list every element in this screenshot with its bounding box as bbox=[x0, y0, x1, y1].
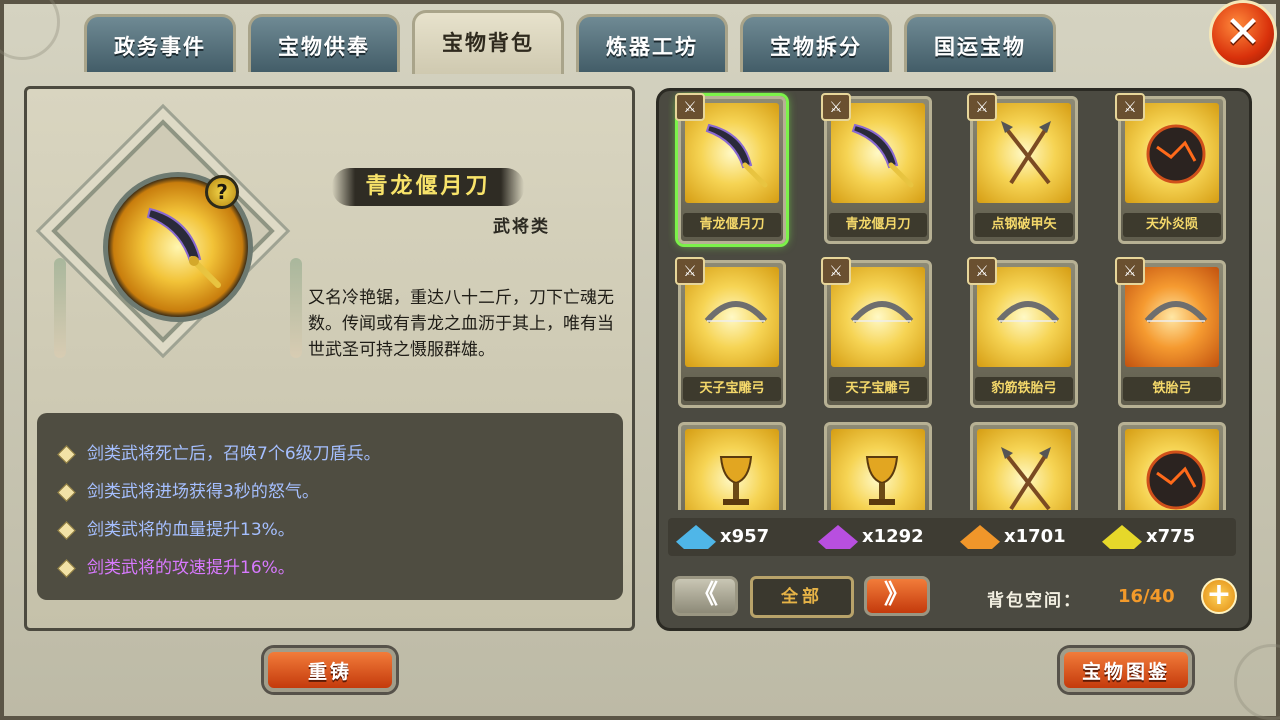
item-name: 豹筋铁胎弓 bbox=[975, 377, 1073, 401]
bag-capacity-label: 背包空间： bbox=[987, 591, 1082, 611]
crossed-swords-icon: ⚔ bbox=[821, 93, 851, 121]
crossed-swords-icon: ⚔ bbox=[967, 257, 997, 285]
inventory-slot[interactable] bbox=[824, 422, 932, 510]
filter-all-button[interactable]: 全部 bbox=[750, 576, 854, 618]
close-icon: ✕ bbox=[1224, 7, 1262, 58]
blade-icon bbox=[146, 207, 221, 288]
corner-ornament bbox=[1234, 644, 1280, 720]
blue-gem-icon bbox=[676, 525, 716, 549]
tab-government-events[interactable]: 政务事件 bbox=[84, 14, 236, 72]
crossed-swords-icon: ⚔ bbox=[1115, 93, 1145, 121]
effect-line: 剑类武将进场获得3秒的怒气。 bbox=[57, 477, 319, 502]
yellow-gem-icon bbox=[1102, 525, 1142, 549]
diamond-bullet-icon bbox=[57, 482, 76, 502]
tab-treasure-bag[interactable]: 宝物背包 bbox=[412, 10, 564, 74]
inventory-slot[interactable]: ⚔ 青龙偃月刀 bbox=[821, 93, 932, 244]
effects-panel: 剑类武将死亡后，召唤7个6级刀盾兵。 剑类武将进场获得3秒的怒气。 剑类武将的血… bbox=[37, 413, 623, 600]
diamond-bullet-icon bbox=[57, 558, 76, 578]
crossed-swords-icon: ⚔ bbox=[675, 257, 705, 285]
corner-ornament bbox=[0, 0, 60, 60]
item-name: 天子宝雕弓 bbox=[829, 377, 927, 401]
recast-button[interactable]: 重铸 bbox=[264, 648, 396, 692]
chalice-icon bbox=[719, 456, 753, 505]
gem-orange: x1701 bbox=[960, 518, 1066, 556]
arrows-icon bbox=[1001, 121, 1051, 185]
orange-gem-icon bbox=[960, 525, 1000, 549]
inventory-slot[interactable]: ⚔ 铁胎弓 bbox=[1115, 257, 1226, 408]
gem-yellow: x775 bbox=[1102, 518, 1195, 556]
diamond-bullet-icon bbox=[57, 444, 76, 464]
effect-line: 剑类武将死亡后，召唤7个6级刀盾兵。 bbox=[57, 439, 381, 464]
item-background bbox=[685, 429, 779, 510]
item-background bbox=[977, 429, 1071, 510]
blade-icon bbox=[851, 123, 914, 188]
crossed-swords-icon: ⚔ bbox=[1115, 257, 1145, 285]
plus-icon: + bbox=[1206, 577, 1232, 612]
treasure-description: 又名冷艳锯，重达八十二斤，刀下亡魂无数。传闻或有青龙之血沥于其上，唯有当世武圣可… bbox=[308, 288, 614, 360]
crossed-swords-icon: ⚔ bbox=[821, 257, 851, 285]
inventory-slot[interactable]: ⚔ 天外炎陨 bbox=[1115, 93, 1226, 244]
help-button[interactable]: ? bbox=[205, 175, 239, 209]
inventory-slot[interactable]: ⚔ 天子宝雕弓 bbox=[675, 257, 786, 408]
treasure-name: 青龙偃月刀 bbox=[332, 168, 524, 206]
item-name: 点钢破甲矢 bbox=[975, 213, 1073, 237]
inventory-slot[interactable] bbox=[1118, 422, 1226, 510]
bow-icon bbox=[1144, 301, 1208, 324]
close-button[interactable]: ✕ bbox=[1209, 0, 1277, 68]
chalice-icon bbox=[865, 456, 899, 505]
inventory-slot[interactable]: ⚔ 青龙偃月刀 bbox=[675, 93, 786, 244]
inventory-slot[interactable]: ⚔ 天子宝雕弓 bbox=[821, 257, 932, 408]
chevron-right-icon: 》 bbox=[883, 580, 910, 610]
next-page-button[interactable]: 》 bbox=[864, 576, 930, 616]
chevron-left-icon: 《 bbox=[691, 580, 718, 610]
item-background bbox=[831, 429, 925, 510]
item-name: 天子宝雕弓 bbox=[683, 377, 781, 401]
gem-counts-bar: x957 x1292 x1701 x775 bbox=[668, 518, 1236, 556]
inventory-grid: ⚔ 青龙偃月刀 ⚔ 青龙偃月刀 ⚔ 点钢破甲矢 ⚔ 天外炎陨 ⚔ 天子宝雕弓 ⚔ 天子宝雕弓 ⚔ 豹筋铁胎… bbox=[668, 92, 1238, 510]
crossed-swords-icon: ⚔ bbox=[675, 93, 705, 121]
purple-gem-icon bbox=[818, 525, 858, 549]
tab-forge-workshop[interactable]: 炼器工坊 bbox=[576, 14, 728, 72]
bag-capacity-value: 16/40 bbox=[1118, 586, 1175, 607]
effect-line: 剑类武将的血量提升13%。 bbox=[57, 515, 295, 540]
item-name: 天外炎陨 bbox=[1123, 213, 1221, 237]
bow-icon bbox=[850, 301, 914, 324]
diamond-bullet-icon bbox=[57, 520, 76, 540]
item-name: 青龙偃月刀 bbox=[683, 213, 781, 237]
crossed-swords-icon: ⚔ bbox=[967, 93, 997, 121]
prev-page-button[interactable]: 《 bbox=[672, 576, 738, 616]
effect-line: 剑类武将的攻速提升16%。 bbox=[57, 553, 295, 578]
tab-national-treasure[interactable]: 国运宝物 bbox=[904, 14, 1056, 72]
gem-blue: x957 bbox=[676, 518, 769, 556]
bow-icon bbox=[996, 301, 1060, 324]
tassel-ornament bbox=[290, 258, 302, 358]
inventory-slot[interactable] bbox=[678, 422, 786, 510]
item-background bbox=[1125, 429, 1219, 510]
inventory-slot[interactable] bbox=[970, 422, 1078, 510]
tassel-ornament bbox=[54, 258, 66, 358]
inventory-slot[interactable]: ⚔ 豹筋铁胎弓 bbox=[967, 257, 1078, 408]
gem-purple: x1292 bbox=[818, 518, 924, 556]
treasure-catalog-button[interactable]: 宝物图鉴 bbox=[1060, 648, 1192, 692]
blade-icon bbox=[705, 123, 768, 188]
inventory-slot[interactable]: ⚔ 点钢破甲矢 bbox=[967, 93, 1078, 244]
tab-treasure-split[interactable]: 宝物拆分 bbox=[740, 14, 892, 72]
treasure-category: 武将类 bbox=[493, 217, 550, 237]
meteor-icon bbox=[1146, 450, 1206, 510]
item-name: 铁胎弓 bbox=[1123, 377, 1221, 401]
meteor-icon bbox=[1146, 124, 1206, 184]
expand-capacity-button[interactable]: + bbox=[1201, 578, 1237, 614]
item-name: 青龙偃月刀 bbox=[829, 213, 927, 237]
tab-treasure-offering[interactable]: 宝物供奉 bbox=[248, 14, 400, 72]
arrows-icon bbox=[1001, 447, 1051, 510]
bow-icon bbox=[704, 301, 768, 324]
